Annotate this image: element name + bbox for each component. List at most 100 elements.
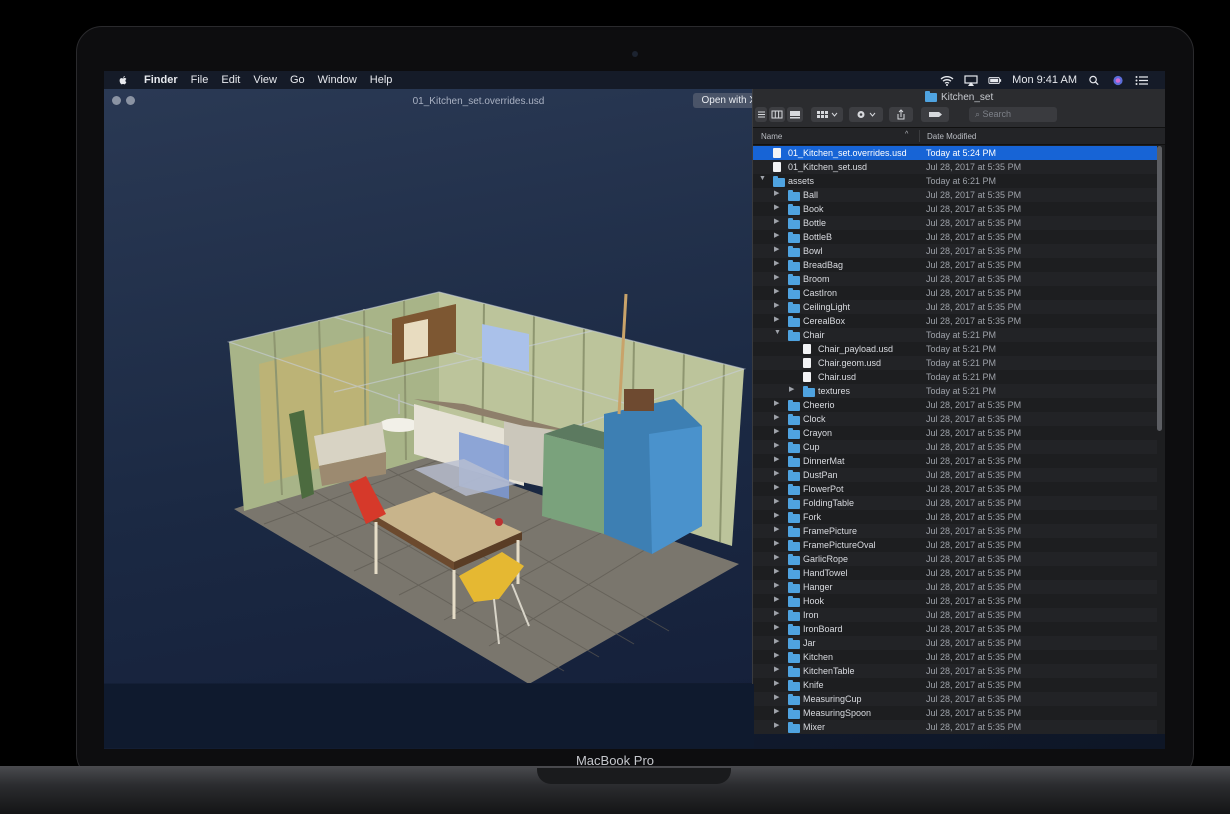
list-item[interactable]: ▶ MeasuringSpoon Jul 28, 2017 at 5:35 PM [753, 706, 1157, 720]
disclosure-triangle-icon[interactable]: ▶ [774, 525, 782, 533]
list-item[interactable]: ▶ MeasuringCup Jul 28, 2017 at 5:35 PM [753, 692, 1157, 706]
siri-icon[interactable] [1111, 75, 1125, 86]
disclosure-triangle-icon[interactable]: ▶ [774, 427, 782, 435]
list-item[interactable]: ▶ Book Jul 28, 2017 at 5:35 PM [753, 202, 1157, 216]
list-item[interactable]: ▶ Jar Jul 28, 2017 at 5:35 PM [753, 636, 1157, 650]
list-item[interactable]: ▶ Kitchen Jul 28, 2017 at 5:35 PM [753, 650, 1157, 664]
disclosure-triangle-icon[interactable]: ▶ [774, 315, 782, 323]
list-item[interactable]: ▶ Ball Jul 28, 2017 at 5:35 PM [753, 188, 1157, 202]
list-item[interactable]: ▶ FoldingTable Jul 28, 2017 at 5:35 PM [753, 496, 1157, 510]
finder-share-button[interactable] [889, 107, 913, 122]
disclosure-triangle-icon[interactable]: ▶ [774, 497, 782, 505]
disclosure-triangle-icon[interactable]: ▶ [774, 189, 782, 197]
disclosure-triangle-icon[interactable]: ▶ [774, 595, 782, 603]
wifi-icon[interactable] [940, 75, 954, 86]
menu-window[interactable]: Window [318, 74, 357, 86]
list-item[interactable]: 01_Kitchen_set.usd Jul 28, 2017 at 5:35 P… [753, 160, 1157, 174]
disclosure-triangle-icon[interactable]: ▶ [774, 217, 782, 225]
disclosure-triangle-icon[interactable]: ▶ [774, 539, 782, 547]
disclosure-triangle-icon[interactable]: ▶ [774, 413, 782, 421]
list-item[interactable]: ▶ Cup Jul 28, 2017 at 5:35 PM [753, 440, 1157, 454]
list-item[interactable]: ▶ Fork Jul 28, 2017 at 5:35 PM [753, 510, 1157, 524]
list-item[interactable]: ▶ Bowl Jul 28, 2017 at 5:35 PM [753, 244, 1157, 258]
disclosure-triangle-icon[interactable]: ▶ [774, 441, 782, 449]
apple-icon[interactable] [118, 75, 128, 86]
battery-icon[interactable] [988, 75, 1002, 86]
disclosure-triangle-icon[interactable]: ▶ [774, 707, 782, 715]
group-button[interactable] [811, 107, 843, 122]
disclosure-triangle-icon[interactable]: ▶ [774, 455, 782, 463]
list-item[interactable]: ▶ Crayon Jul 28, 2017 at 5:35 PM [753, 426, 1157, 440]
disclosure-triangle-icon[interactable]: ▶ [789, 385, 797, 393]
view-gallery-button[interactable] [787, 107, 803, 122]
list-item[interactable]: ▶ CerealBox Jul 28, 2017 at 5:35 PM [753, 314, 1157, 328]
list-item[interactable]: ▶ FlowerPot Jul 28, 2017 at 5:35 PM [753, 482, 1157, 496]
disclosure-triangle-icon[interactable]: ▶ [774, 553, 782, 561]
view-list-button[interactable] [755, 107, 767, 122]
list-item[interactable]: ▶ Bottle Jul 28, 2017 at 5:35 PM [753, 216, 1157, 230]
list-item[interactable]: Chair_payload.usd Today at 5:21 PM [753, 342, 1157, 356]
disclosure-triangle-icon[interactable]: ▶ [774, 567, 782, 575]
disclosure-triangle-icon[interactable]: ▶ [774, 259, 782, 267]
list-item[interactable]: ▶ GarlicRope Jul 28, 2017 at 5:35 PM [753, 552, 1157, 566]
list-item[interactable]: ▶ Hook Jul 28, 2017 at 5:35 PM [753, 594, 1157, 608]
airplay-icon[interactable] [964, 74, 978, 86]
disclosure-triangle-icon[interactable]: ▼ [759, 175, 767, 182]
menu-view[interactable]: View [253, 74, 277, 86]
list-item[interactable]: Chair.usd Today at 5:21 PM [753, 370, 1157, 384]
disclosure-triangle-icon[interactable]: ▶ [774, 651, 782, 659]
list-item[interactable]: ▶ CastIron Jul 28, 2017 at 5:35 PM [753, 286, 1157, 300]
disclosure-triangle-icon[interactable]: ▶ [774, 665, 782, 673]
tag-button[interactable] [921, 107, 949, 122]
list-item[interactable]: ▶ BreadBag Jul 28, 2017 at 5:35 PM [753, 258, 1157, 272]
list-item[interactable]: ▶ BottleB Jul 28, 2017 at 5:35 PM [753, 230, 1157, 244]
list-item[interactable]: ▶ DinnerMat Jul 28, 2017 at 5:35 PM [753, 454, 1157, 468]
disclosure-triangle-icon[interactable]: ▶ [774, 609, 782, 617]
notification-center-icon[interactable] [1135, 75, 1149, 86]
list-item[interactable]: ▶ Knife Jul 28, 2017 at 5:35 PM [753, 678, 1157, 692]
disclosure-triangle-icon[interactable]: ▶ [774, 721, 782, 729]
list-item[interactable]: ▶ FramePictureOval Jul 28, 2017 at 5:35 PM [753, 538, 1157, 552]
list-item[interactable]: ▼ Chair Today at 5:21 PM [753, 328, 1157, 342]
disclosure-triangle-icon[interactable]: ▶ [774, 469, 782, 477]
list-item[interactable]: ▶ HandTowel Jul 28, 2017 at 5:35 PM [753, 566, 1157, 580]
action-button[interactable] [849, 107, 883, 122]
view-columns-button[interactable] [769, 107, 785, 122]
disclosure-triangle-icon[interactable]: ▶ [774, 287, 782, 295]
disclosure-triangle-icon[interactable]: ▶ [774, 301, 782, 309]
list-item[interactable]: ▶ Clock Jul 28, 2017 at 5:35 PM [753, 412, 1157, 426]
menu-help[interactable]: Help [370, 74, 393, 86]
list-item[interactable]: ▶ FramePicture Jul 28, 2017 at 5:35 PM [753, 524, 1157, 538]
scrollbar[interactable] [1157, 146, 1162, 431]
list-item[interactable]: ▶ DustPan Jul 28, 2017 at 5:35 PM [753, 468, 1157, 482]
column-name-header[interactable]: Name [761, 132, 782, 141]
list-item[interactable]: ▶ Cheerio Jul 28, 2017 at 5:35 PM [753, 398, 1157, 412]
disclosure-triangle-icon[interactable]: ▶ [774, 679, 782, 687]
disclosure-triangle-icon[interactable]: ▶ [774, 637, 782, 645]
menu-finder[interactable]: Finder [144, 74, 178, 86]
spotlight-icon[interactable] [1087, 75, 1101, 86]
column-date-header[interactable]: Date Modified [927, 132, 976, 141]
list-item[interactable]: ▶ Hanger Jul 28, 2017 at 5:35 PM [753, 580, 1157, 594]
disclosure-triangle-icon[interactable]: ▶ [774, 623, 782, 631]
disclosure-triangle-icon[interactable]: ▶ [774, 511, 782, 519]
menu-edit[interactable]: Edit [221, 74, 240, 86]
disclosure-triangle-icon[interactable]: ▶ [774, 399, 782, 407]
disclosure-triangle-icon[interactable]: ▶ [774, 581, 782, 589]
list-item[interactable]: ▶ Broom Jul 28, 2017 at 5:35 PM [753, 272, 1157, 286]
clock-text[interactable]: Mon 9:41 AM [1012, 74, 1077, 86]
disclosure-triangle-icon[interactable]: ▶ [774, 693, 782, 701]
list-item[interactable]: ▶ Iron Jul 28, 2017 at 5:35 PM [753, 608, 1157, 622]
list-item[interactable]: ▶ CeilingLight Jul 28, 2017 at 5:35 PM [753, 300, 1157, 314]
list-item[interactable]: Chair.geom.usd Today at 5:21 PM [753, 356, 1157, 370]
list-item[interactable]: ▶ textures Today at 5:21 PM [753, 384, 1157, 398]
list-item[interactable]: ▶ KitchenTable Jul 28, 2017 at 5:35 PM [753, 664, 1157, 678]
disclosure-triangle-icon[interactable]: ▶ [774, 231, 782, 239]
menu-go[interactable]: Go [290, 74, 305, 86]
disclosure-triangle-icon[interactable]: ▶ [774, 273, 782, 281]
kitchen-3d-model[interactable] [104, 114, 853, 683]
list-item[interactable]: ▼ assets Today at 6:21 PM [753, 174, 1157, 188]
disclosure-triangle-icon[interactable]: ▶ [774, 203, 782, 211]
disclosure-triangle-icon[interactable]: ▶ [774, 245, 782, 253]
search-field[interactable]: ⌕ Search [969, 107, 1057, 122]
